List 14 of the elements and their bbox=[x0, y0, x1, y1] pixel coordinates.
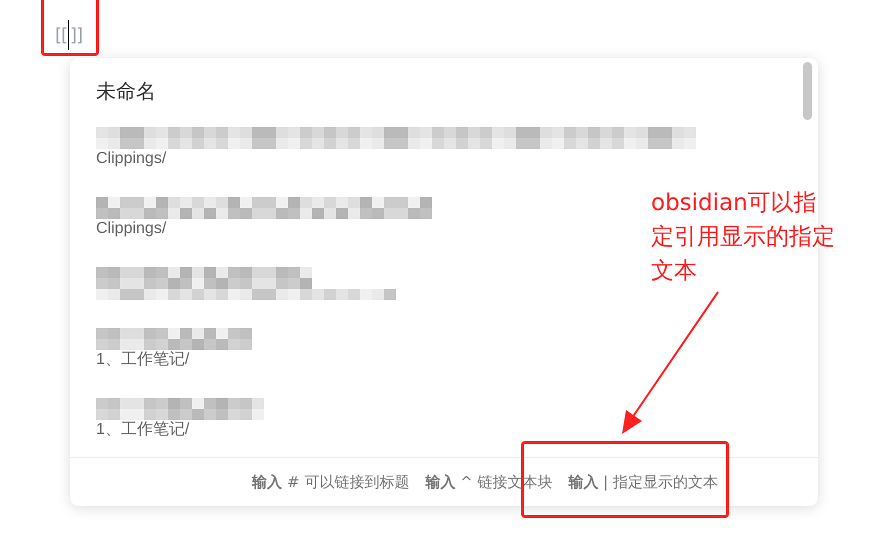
note-path: 1、工作笔记/ bbox=[96, 350, 190, 370]
link-brackets: [[ bbox=[55, 24, 68, 46]
annotation-text: obsidian可以指定引用显示的指定文本 bbox=[651, 189, 836, 286]
note-path: 1、工作笔记/ bbox=[96, 420, 190, 440]
instruction-hint: 输入 ^ 链接文本块 bbox=[425, 472, 552, 492]
note-path: Clippings/ bbox=[96, 149, 166, 169]
instruction-hint: 输入 # 可以链接到标题 bbox=[252, 472, 410, 492]
link-brackets: ]] bbox=[70, 24, 82, 46]
highlight-box bbox=[41, 0, 99, 56]
text-cursor bbox=[68, 20, 70, 50]
note-path: Clippings/ bbox=[96, 219, 166, 239]
scrollbar-thumb[interactable] bbox=[803, 62, 812, 120]
instruction-hint: 输入 | 指定显示的文本 bbox=[568, 472, 718, 492]
note-title[interactable]: 未命名 bbox=[96, 78, 792, 105]
